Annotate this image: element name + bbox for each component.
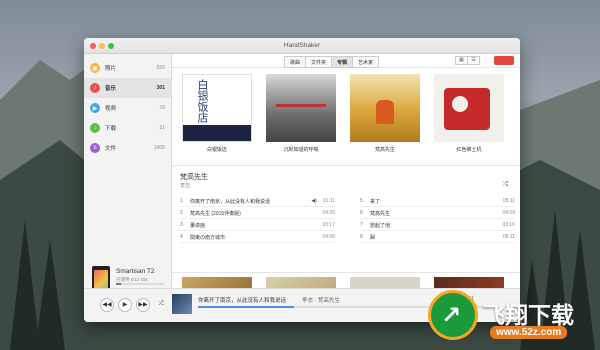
sidebar-item-label: 下载 <box>105 126 117 132</box>
album-card[interactable]: 沉默如谜的呼吸 <box>266 74 336 153</box>
photo-icon: ▣ <box>90 63 100 73</box>
music-icon: ♪ <box>90 83 100 93</box>
sidebar-item-label: 音乐 <box>105 86 117 92</box>
album-name: 红色推土机 <box>456 147 482 153</box>
sidebar-item-photos[interactable]: ▣ 照片 520 <box>84 58 171 78</box>
sidebar-item-count: 520 <box>156 65 165 71</box>
album-cover <box>350 74 420 142</box>
album-cover-title: 白银饭店 <box>196 79 209 123</box>
watermark: ↗ 飞翔下载 www.52z.com <box>428 290 594 346</box>
track-row[interactable]: 4 関東の南方城市 04:06 <box>180 232 335 243</box>
album-name: 白银饭店 <box>206 147 227 153</box>
sidebar-item-downloads[interactable]: ↓ 下载 21 <box>84 118 171 138</box>
album-name: 梵高先生 <box>374 147 395 153</box>
window-title: HandShaker <box>283 42 321 49</box>
view-tabs: 歌曲 文件夹 专辑 艺术家 <box>284 56 380 68</box>
shuffle-icon[interactable]: ⤮ <box>154 298 168 312</box>
handshaker-window: HandShaker ▣ 照片 520 ♪ 音乐 301 ▶ 视频 76 ↓ 下… <box>84 38 520 322</box>
album-name: 沉默如谜的呼吸 <box>283 147 319 153</box>
file-icon: ≡ <box>90 143 100 153</box>
track-row[interactable]: 3 董卓庙 03:17 <box>180 220 335 231</box>
album-detail-artist: 李志 <box>180 183 191 189</box>
album-detail-title: 梵高先生 <box>180 174 208 181</box>
watermark-url: www.52z.com <box>490 326 568 339</box>
watermark-logo: ↗ <box>428 290 478 340</box>
album-cover: 白银饭店 <box>182 74 252 142</box>
track-row[interactable]: 8 歸 05:11 <box>360 232 515 243</box>
now-playing-cover <box>172 294 192 314</box>
track-row[interactable]: 7 想起了他 03:16 <box>360 220 515 231</box>
track-row[interactable]: 1 你离开了南京，从此没有人和我说话 ◀) 01:11 <box>180 196 335 207</box>
toolbar: 歌曲 文件夹 专辑 艺术家 ▦ ☰ <box>172 54 520 68</box>
album-cover <box>434 74 504 142</box>
sidebar-item-count: 21 <box>159 125 165 131</box>
sidebar-item-count: 301 <box>156 85 165 91</box>
tab-songs[interactable]: 歌曲 <box>284 56 307 68</box>
sidebar-item-label: 文件 <box>105 146 117 152</box>
album-detail: 梵高先生 李志 ⤮ 1 你离开了南京，从此没有人和我说话 ◀) 01:11 2 … <box>172 165 520 273</box>
sidebar-item-label: 照片 <box>105 66 117 72</box>
track-row[interactable]: 2 梵高先生 (2015伴奏版) 04:26 <box>180 208 335 219</box>
tab-folders[interactable]: 文件夹 <box>305 56 333 68</box>
sidebar-item-label: 视频 <box>105 106 117 112</box>
sidebar: ▣ 照片 520 ♪ 音乐 301 ▶ 视频 76 ↓ 下载 21 ≡ 文件 1… <box>84 54 172 322</box>
now-playing-artist: 李志 · 梵高先生 <box>302 298 340 304</box>
main-panel: 歌曲 文件夹 专辑 艺术家 ▦ ☰ 白银饭店 白银饭店 沉默如谜的呼吸 梵高先生… <box>84 54 520 322</box>
album-card[interactable]: 白银饭店 白银饭店 <box>182 74 252 153</box>
sidebar-item-video[interactable]: ▶ 视频 76 <box>84 98 171 118</box>
tab-artists[interactable]: 艺术家 <box>352 56 380 68</box>
download-icon: ↓ <box>90 123 100 133</box>
shuffle-icon[interactable]: ⤮ <box>502 181 508 189</box>
next-button[interactable]: ▶▶ <box>136 298 150 312</box>
tab-albums[interactable]: 专辑 <box>331 56 354 68</box>
album-card[interactable]: 红色推土机 <box>434 74 504 153</box>
video-icon: ▶ <box>90 103 100 113</box>
now-playing-title: 你离开了南京，从此没有人和我说话 <box>198 298 287 304</box>
track-row[interactable]: 6 梵高先生 04:09 <box>360 208 515 219</box>
title-bar: HandShaker <box>84 38 520 54</box>
device-name: Smartisan T2 <box>116 268 155 275</box>
play-button[interactable]: ▶ <box>118 298 132 312</box>
sidebar-item-music[interactable]: ♪ 音乐 301 <box>84 78 171 98</box>
device-storage-bar <box>116 283 164 285</box>
sidebar-item-count: 76 <box>159 105 165 111</box>
sidebar-item-count: 1005 <box>153 145 165 151</box>
album-card[interactable]: 梵高先生 <box>350 74 420 153</box>
album-grid: 白银饭店 白银饭店 沉默如谜的呼吸 梵高先生 红色推土机 <box>172 68 520 163</box>
watermark-text: 飞翔下载 <box>482 302 574 328</box>
previous-button[interactable]: ◀◀ <box>100 298 114 312</box>
track-row[interactable]: 5 来了 05:11 <box>360 196 515 207</box>
action-button[interactable] <box>494 56 514 65</box>
album-cover <box>266 74 336 142</box>
sidebar-item-files[interactable]: ≡ 文件 1005 <box>84 138 171 158</box>
list-view-icon[interactable]: ☰ <box>467 56 480 65</box>
speaker-icon: ◀) <box>311 198 317 204</box>
